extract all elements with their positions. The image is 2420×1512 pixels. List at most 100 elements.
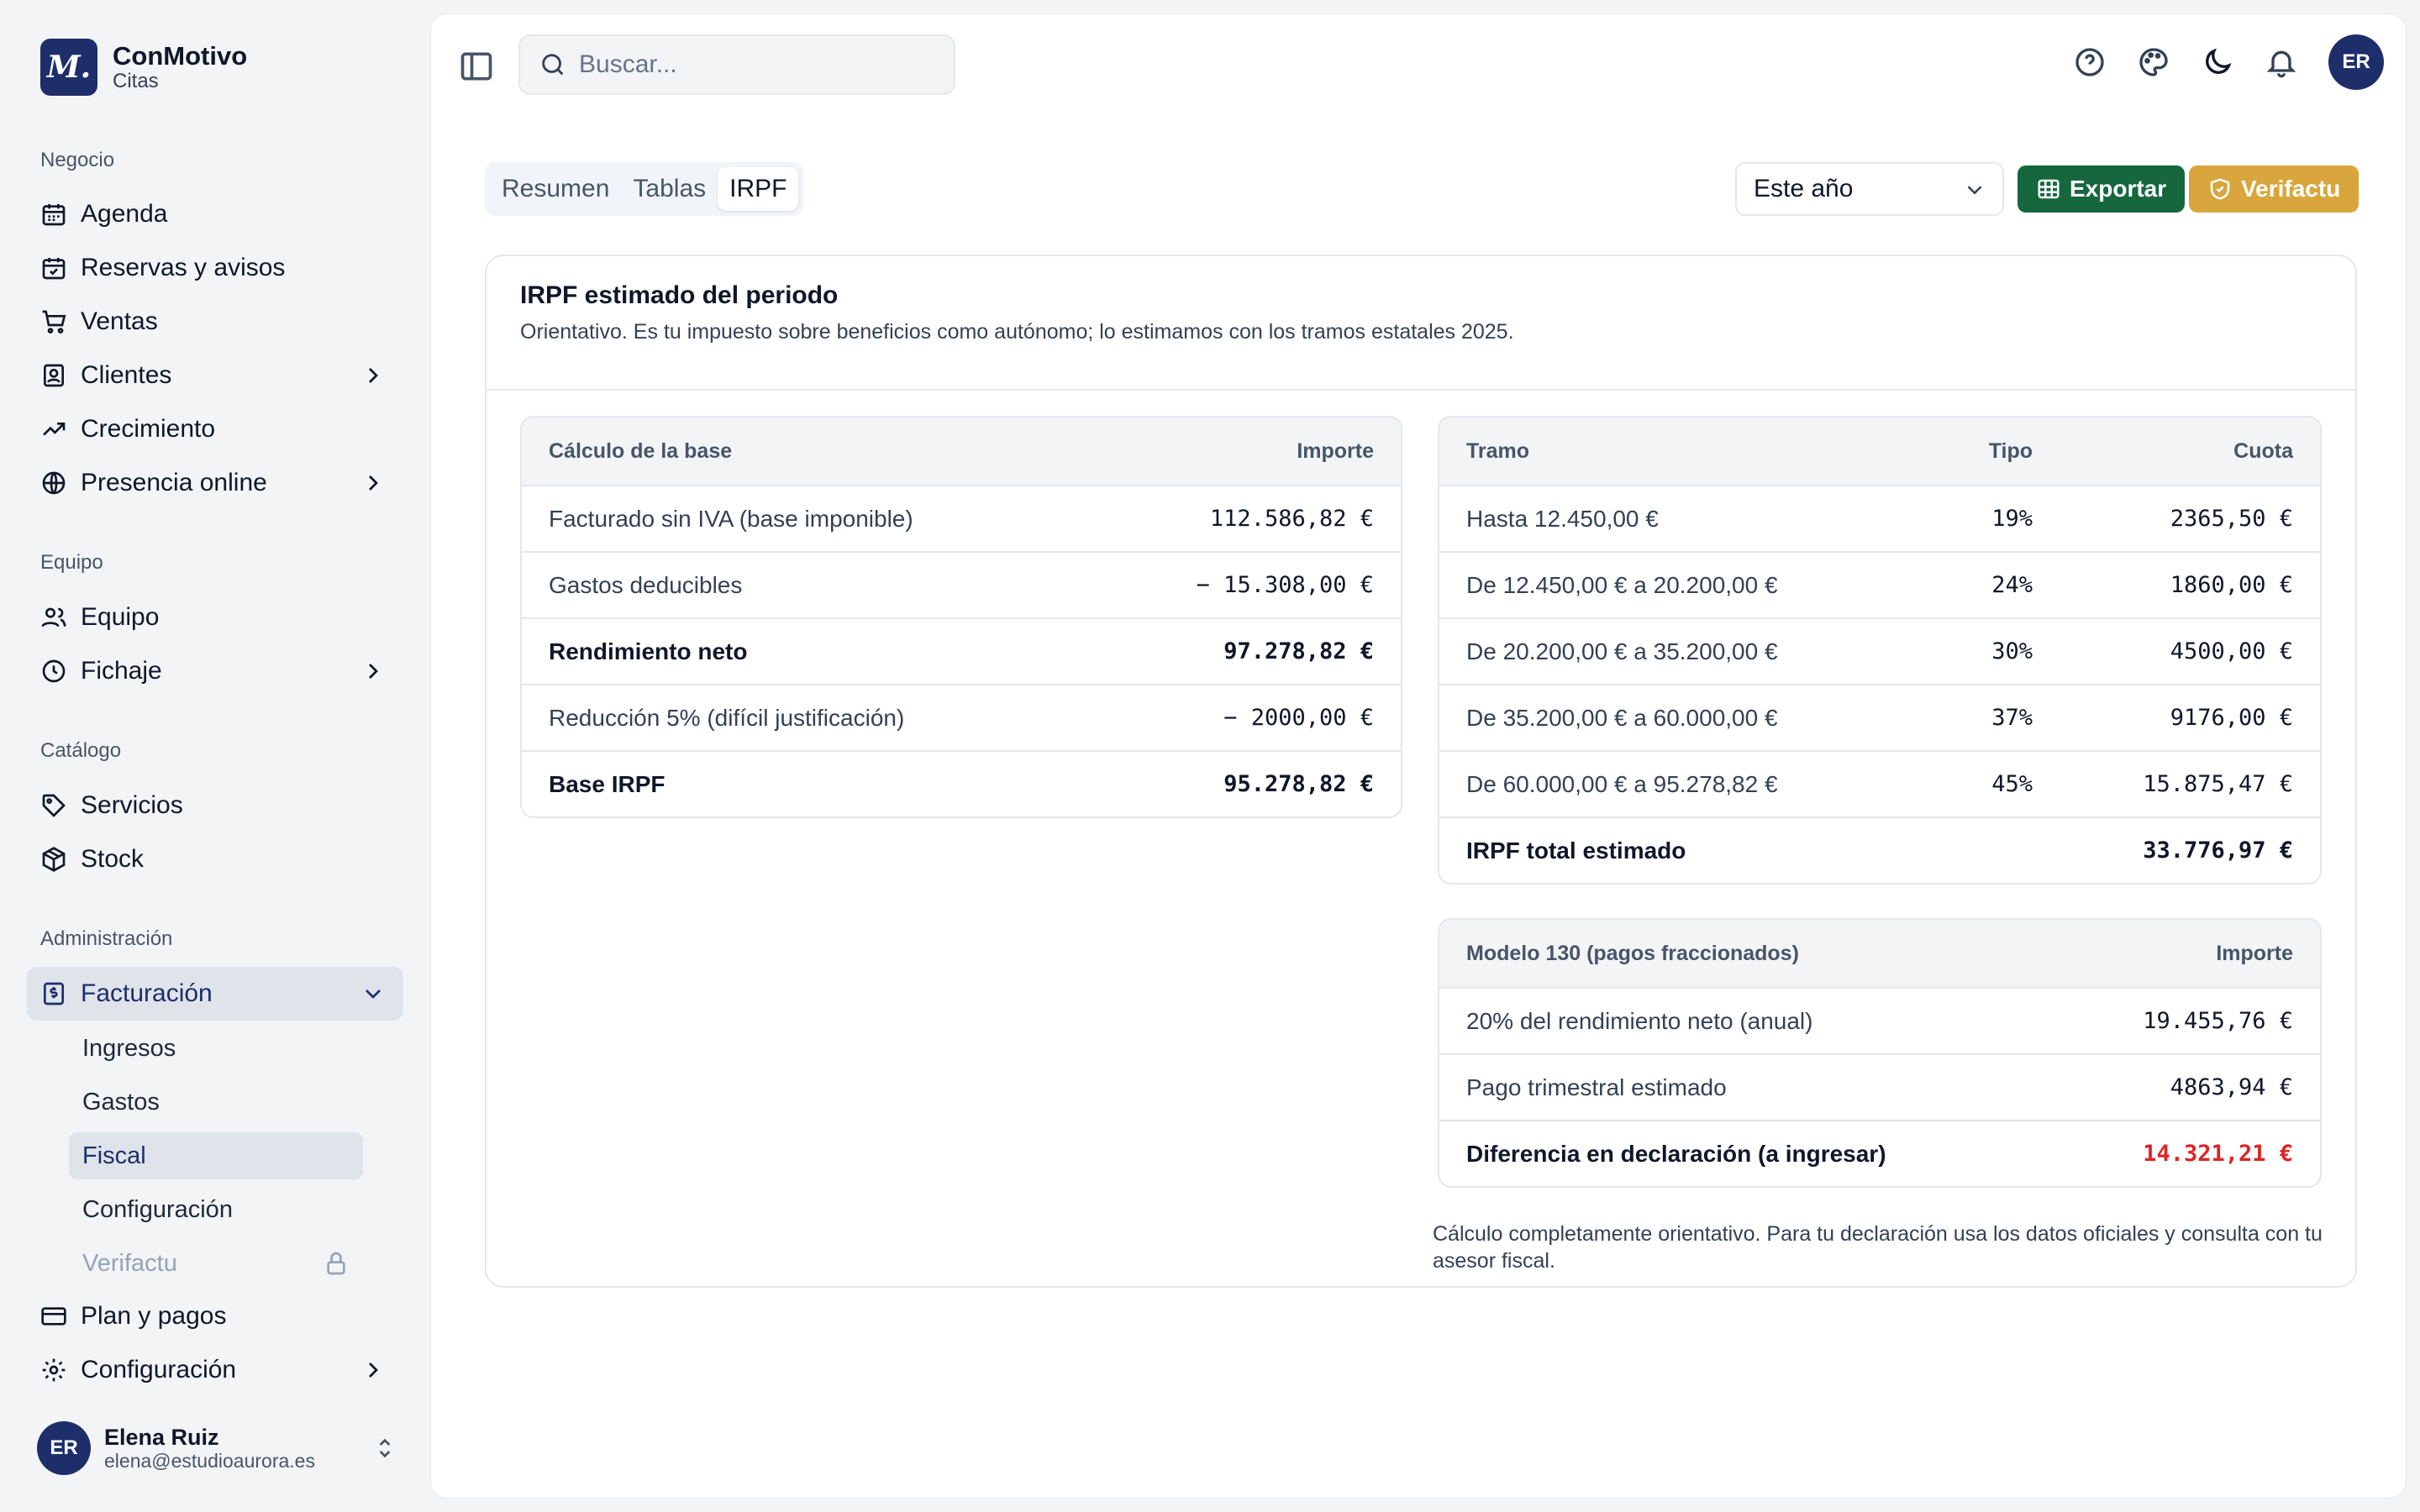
table-row: Reducción 5% (difícil justificación) − 2… xyxy=(522,684,1401,750)
chevron-right-icon xyxy=(369,664,378,679)
sidebar-subitem-gastos[interactable]: Gastos xyxy=(69,1079,363,1126)
header-actions: ER xyxy=(2073,34,2384,90)
users-icon xyxy=(40,604,67,631)
sidebar-item-facturacion[interactable]: Facturación xyxy=(27,967,403,1021)
sidebar-subitem-configuracion[interactable]: Configuración xyxy=(69,1186,363,1233)
sidebar-item-presencia[interactable]: Presencia online xyxy=(27,456,403,510)
sidebar-item-servicios[interactable]: Servicios xyxy=(27,779,403,832)
chevrons-up-down-icon[interactable] xyxy=(371,1435,398,1462)
row-amount: − 2000,00 € xyxy=(1223,705,1374,731)
column-header: Importe xyxy=(1297,438,1374,463)
footnote: Cálculo completamente orientativo. Para … xyxy=(1433,1222,2323,1273)
row-amount: 4863,94 € xyxy=(2170,1074,2293,1100)
row-amount: 19.455,76 € xyxy=(2143,1008,2293,1034)
table-row: Pago trimestral estimado 4863,94 € xyxy=(1439,1053,2320,1120)
sidebar-subitem-ingresos[interactable]: Ingresos xyxy=(69,1025,363,1072)
shield-check-icon xyxy=(2210,178,2230,200)
sidebar-item-reservas[interactable]: Reservas y avisos xyxy=(27,241,403,295)
row-label: 20% del rendimiento neto (anual) xyxy=(1466,1007,1813,1034)
row-amount: 97.278,82 € xyxy=(1223,638,1374,664)
brand[interactable]: M. ConMotivo Citas xyxy=(40,39,247,96)
sidebar-item-stock[interactable]: Stock xyxy=(27,832,403,886)
diff-amount: 14.321,21 € xyxy=(2143,1141,2293,1167)
verifactu-button[interactable]: Verifactu xyxy=(2189,165,2360,213)
tramos-table: Tramo Tipo Cuota Hasta 12.450,00 € 19% 2… xyxy=(1438,416,2322,885)
receipt-icon xyxy=(40,980,67,1007)
sidebar-item-label: Reservas y avisos xyxy=(81,254,286,281)
base-table: Cálculo de la base Importe Facturado sin… xyxy=(520,416,1402,818)
sidebar-item-equipo[interactable]: Equipo xyxy=(27,591,403,644)
sidebar-item-ventas[interactable]: Ventas xyxy=(27,295,403,349)
row-tramo: De 12.450,00 € a 20.200,00 € xyxy=(1466,571,1778,598)
avatar[interactable]: ER xyxy=(2328,34,2384,90)
tab-resumen[interactable]: Resumen xyxy=(490,167,621,211)
search-box[interactable] xyxy=(518,34,955,95)
sidebar: M. ConMotivo Citas Negocio Agenda Reserv… xyxy=(0,0,430,1512)
brand-subtitle: Citas xyxy=(113,70,159,92)
cart-icon xyxy=(40,308,67,335)
sidebar-toggle-icon[interactable] xyxy=(458,48,495,85)
table-row: Facturado sin IVA (base imponible) 112.5… xyxy=(522,485,1401,551)
moon-icon[interactable] xyxy=(2201,45,2234,79)
row-tipo: 45% xyxy=(1991,771,2033,797)
sidebar-item-label: Crecimiento xyxy=(81,415,216,443)
sidebar-item-label: Facturación xyxy=(81,979,213,1007)
lock-icon xyxy=(327,1252,345,1275)
export-button-label: Exportar xyxy=(2070,176,2167,202)
sidebar-item-crecimiento[interactable]: Crecimiento xyxy=(27,402,403,456)
sidebar-item-agenda[interactable]: Agenda xyxy=(27,187,403,241)
calendar-check-icon xyxy=(40,255,67,281)
export-button[interactable]: Exportar xyxy=(2018,165,2186,213)
table-header: Cálculo de la base Importe xyxy=(522,417,1401,485)
row-amount: − 15.308,00 € xyxy=(1196,572,1374,598)
row-tramo: Hasta 12.450,00 € xyxy=(1466,505,1659,532)
credit-card-icon xyxy=(40,1303,67,1330)
chevron-down-icon xyxy=(1967,186,1982,195)
chevron-down-icon xyxy=(366,990,381,999)
search-input[interactable] xyxy=(579,50,932,79)
sidebar-item-plan[interactable]: Plan y pagos xyxy=(27,1289,403,1343)
row-label: Reducción 5% (difícil justificación) xyxy=(549,704,905,731)
row-cuota: 2365,50 € xyxy=(2170,506,2293,532)
user-name: Elena Ruiz xyxy=(104,1425,219,1450)
row-tipo: 19% xyxy=(1991,506,2033,532)
tab-tablas[interactable]: Tablas xyxy=(621,167,718,211)
user-menu[interactable]: ER Elena Ruiz elena@estudioaurora.es xyxy=(37,1421,398,1475)
row-cuota: 4500,00 € xyxy=(2170,638,2293,664)
total-label: IRPF total estimado xyxy=(1466,837,1686,864)
total-amount: 33.776,97 € xyxy=(2143,837,2293,864)
period-select[interactable]: Este año xyxy=(1735,162,2004,216)
card-description: Orientativo. Es tu impuesto sobre benefi… xyxy=(520,320,1514,344)
gear-icon xyxy=(40,1357,67,1383)
help-icon[interactable] xyxy=(2073,45,2107,79)
sidebar-item-fichaje[interactable]: Fichaje xyxy=(27,644,403,698)
sidebar-item-configuracion[interactable]: Configuración xyxy=(27,1343,403,1397)
bell-icon[interactable] xyxy=(2265,45,2298,79)
table-row: Rendimiento neto 97.278,82 € xyxy=(522,617,1401,684)
contact-icon xyxy=(40,362,67,389)
tab-irpf[interactable]: IRPF xyxy=(718,167,799,211)
row-tramo: De 60.000,00 € a 95.278,82 € xyxy=(1466,770,1778,797)
sidebar-item-label: Stock xyxy=(81,845,145,873)
row-amount: 95.278,82 € xyxy=(1223,771,1374,797)
avatar: ER xyxy=(37,1421,91,1475)
table-row: Hasta 12.450,00 € 19% 2365,50 € xyxy=(1439,485,2320,551)
column-header: Tramo xyxy=(1466,438,1530,463)
sidebar-item-label: Presencia online xyxy=(81,469,267,496)
search-icon xyxy=(542,54,564,76)
sidebar-item-label: Configuración xyxy=(81,1356,237,1383)
chevron-right-icon xyxy=(369,475,378,491)
row-cuota: 9176,00 € xyxy=(2170,705,2293,731)
column-header: Importe xyxy=(2216,941,2293,965)
sidebar-item-label: Ventas xyxy=(81,307,158,335)
globe-icon xyxy=(40,470,67,496)
table-row: 20% del rendimiento neto (anual) 19.455,… xyxy=(1439,987,2320,1053)
row-label: Rendimiento neto xyxy=(549,638,748,664)
table-icon xyxy=(2038,179,2060,199)
sidebar-item-clientes[interactable]: Clientes xyxy=(27,349,403,402)
row-label: Pago trimestral estimado xyxy=(1466,1074,1727,1100)
palette-icon[interactable] xyxy=(2137,45,2170,79)
divider xyxy=(487,389,2355,391)
sidebar-subitem-fiscal[interactable]: Fiscal xyxy=(69,1132,363,1179)
sidebar-subitem-label: Verifactu xyxy=(82,1249,177,1277)
